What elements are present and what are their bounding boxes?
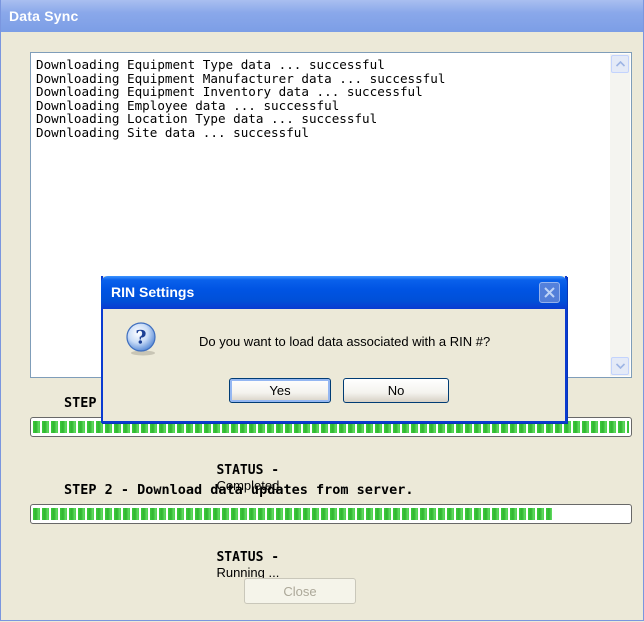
question-icon: ?	[126, 322, 156, 356]
sync-log-lines: Downloading Equipment Type data ... succ…	[36, 58, 605, 140]
svg-text:?: ?	[135, 327, 146, 349]
chevron-down-icon	[615, 363, 625, 369]
dialog-title-bar[interactable]: RIN Settings	[101, 276, 567, 309]
rin-settings-dialog: RIN Settings ? Do you want to load data …	[101, 276, 567, 423]
log-vertical-scrollbar[interactable]	[610, 54, 630, 376]
close-icon	[544, 287, 555, 298]
step2-status-key: STATUS -	[216, 550, 280, 565]
log-line: Downloading Equipment Inventory data ...…	[36, 84, 423, 100]
scroll-up-button[interactable]	[611, 55, 629, 73]
log-line: Downloading Equipment Type data ... succ…	[36, 57, 385, 72]
log-line: Downloading Employee data ... successful	[36, 97, 340, 113]
log-line: Downloading Location Type data ... succe…	[36, 111, 378, 127]
scroll-down-button[interactable]	[611, 357, 629, 375]
dialog-title: RIN Settings	[111, 284, 195, 300]
step2-progress-fill	[33, 508, 552, 520]
chevron-up-icon	[615, 61, 625, 67]
no-button[interactable]: No	[343, 378, 449, 403]
step2-progress-bar	[30, 504, 632, 524]
log-line: Downloading Equipment Manufacturer data …	[36, 70, 446, 86]
step1-status: STATUS - Completed	[202, 447, 279, 508]
step1-label: STEP	[64, 395, 97, 411]
window-title-bar[interactable]: Data Sync	[1, 0, 643, 32]
yes-button[interactable]: Yes	[229, 378, 331, 403]
log-line: Downloading Site data ... successful	[36, 124, 309, 140]
dialog-close-button[interactable]	[539, 282, 560, 303]
close-button[interactable]: Close	[244, 578, 356, 604]
window-title: Data Sync	[9, 8, 79, 24]
step2-label: STEP 2 - Download data updates from serv…	[64, 482, 414, 498]
step1-status-key: STATUS -	[216, 463, 280, 478]
dialog-message: Do you want to load data associated with…	[199, 334, 491, 349]
